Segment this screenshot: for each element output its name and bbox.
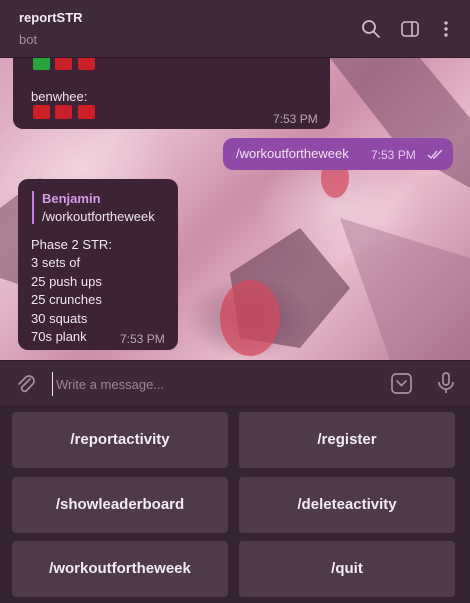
keyboard-toggle-icon[interactable] bbox=[390, 372, 413, 395]
message-time: 7:53 PM bbox=[273, 112, 318, 126]
chat-subtitle: bot bbox=[19, 32, 38, 47]
status-square bbox=[33, 105, 50, 119]
message-time: 7:53 PM bbox=[371, 148, 416, 162]
microphone-icon[interactable] bbox=[436, 371, 456, 395]
read-checkmarks-icon bbox=[427, 149, 443, 160]
message-text: benwhee: bbox=[31, 89, 88, 104]
outgoing-message[interactable]: /workoutfortheweek 7:53 PM bbox=[223, 138, 453, 170]
message-time: 7:53 PM bbox=[120, 332, 165, 346]
sidebar-toggle-icon[interactable] bbox=[400, 19, 420, 39]
more-vertical-icon[interactable] bbox=[436, 19, 456, 39]
incoming-message[interactable]: Benjamin /workoutfortheweek Phase 2 STR:… bbox=[18, 179, 178, 350]
message-text: /workoutfortheweek bbox=[236, 146, 349, 161]
status-square bbox=[78, 58, 95, 70]
quoted-sender: Benjamin bbox=[42, 191, 101, 206]
keyboard-button-deleteactivity[interactable]: /deleteactivity bbox=[239, 477, 455, 533]
quoted-text: /workoutfortheweek bbox=[42, 209, 155, 224]
quoted-reply[interactable]: Benjamin /workoutfortheweek bbox=[32, 191, 155, 224]
message-input[interactable] bbox=[52, 372, 378, 396]
keyboard-button-showleaderboard[interactable]: /showleaderboard bbox=[12, 477, 228, 533]
keyboard-button-reportactivity[interactable]: /reportactivity bbox=[12, 412, 228, 468]
keyboard-button-register[interactable]: /register bbox=[239, 412, 455, 468]
chat-history[interactable]: benwhee: 7:53 PM /workoutfortheweek 7:53… bbox=[0, 58, 470, 360]
keyboard-button-quit[interactable]: /quit bbox=[239, 541, 455, 597]
chat-header: reportSTR bot bbox=[0, 0, 470, 58]
status-square bbox=[55, 105, 72, 119]
status-square bbox=[78, 105, 95, 119]
keyboard-button-workoutfortheweek[interactable]: /workoutfortheweek bbox=[12, 541, 228, 597]
status-square bbox=[55, 58, 72, 70]
chat-title[interactable]: reportSTR bbox=[19, 10, 83, 25]
message-text: Phase 2 STR: 3 sets of 25 push ups 25 cr… bbox=[31, 237, 112, 345]
attach-icon[interactable] bbox=[15, 373, 37, 395]
bot-keyboard: /reportactivity /register /showleaderboa… bbox=[0, 405, 470, 603]
status-square bbox=[33, 58, 50, 70]
message-composer bbox=[0, 360, 470, 406]
incoming-message[interactable]: benwhee: 7:53 PM bbox=[13, 58, 330, 129]
search-icon[interactable] bbox=[361, 19, 381, 39]
